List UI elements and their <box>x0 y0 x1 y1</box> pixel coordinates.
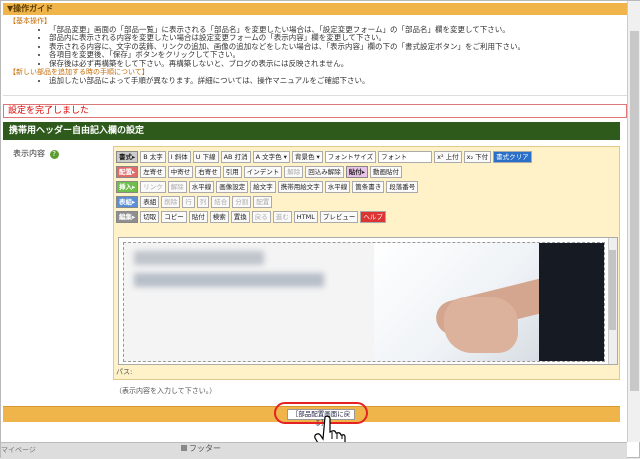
cut-button[interactable]: 切取 <box>140 211 160 223</box>
bullet-list-button[interactable]: 箇条書き <box>352 181 385 193</box>
scroll-thumb[interactable] <box>609 250 616 330</box>
replace-button[interactable]: 置換 <box>230 211 250 223</box>
find-button[interactable]: 検索 <box>209 211 229 223</box>
align-left-button[interactable]: 左寄せ <box>140 166 166 178</box>
clear-float-button[interactable]: 回込み解除 <box>305 166 344 178</box>
strike-button[interactable]: AB 打消 <box>220 151 251 163</box>
preview-button[interactable]: プレビュー <box>319 211 359 223</box>
footer-label: フッター <box>189 444 221 453</box>
browser-window: ▼操作ガイド 【基本操作】 「部品変更」画面の「部品一覧」に表示される「部品名」… <box>0 0 640 459</box>
font-select[interactable]: フォント <box>378 151 433 163</box>
editor-content-area[interactable] <box>118 237 618 365</box>
toolbar-row-insert: 挿入▸ リンク 解除 水平線 画像設定 絵文字 携帯用絵文字 水平線 箇条書き … <box>116 181 419 194</box>
toolbar-row-format: 書式▸ B 太字 I 斜体 U 下線 AB 打消 A 文字色 ▾ 背景色 ▾ フ… <box>116 151 532 164</box>
video-paste-button[interactable]: 動画貼付 <box>370 166 403 178</box>
guide-item: 保存後は必ず再構築をして下さい。再構築しないと、ブログの表示には反映されません。 <box>49 59 621 69</box>
path-label: パス: <box>116 368 133 376</box>
editor-scrollbar[interactable] <box>608 238 617 364</box>
settings-form: 表示内容 ? 書式▸ B 太字 I 斜体 U 下線 AB 打消 A 文字色 ▾ … <box>3 140 620 406</box>
new-part-list: 追加したい部品によって手順が異なります。詳細については、操作マニュアルをご確認下… <box>9 76 621 86</box>
help-button[interactable]: ヘルプ <box>360 211 386 223</box>
align-center-button[interactable]: 中寄せ <box>167 166 194 178</box>
bold-button[interactable]: B 太字 <box>140 151 166 163</box>
align-menu-button[interactable]: 配置▸ <box>116 166 139 178</box>
unlink-button[interactable]: 解除 <box>167 181 187 193</box>
field-label-row: 表示内容 ? <box>13 148 59 159</box>
window-scrollbar[interactable] <box>627 1 640 442</box>
toolbar-row-align: 配置▸ 左寄せ 中寄せ 右寄せ 引用 インデント 解除 回込み解除 貼付▸ 動画… <box>116 166 403 179</box>
input-hint: （表示内容を入力して下さい。） <box>115 387 217 395</box>
guide-item: 追加したい部品によって手順が異なります。詳細については、操作マニュアルをご確認下… <box>49 76 621 86</box>
divider <box>3 95 627 103</box>
outdent-button[interactable]: 解除 <box>284 166 304 178</box>
paste-menu-button[interactable]: 貼付▸ <box>345 166 369 178</box>
emoji-button[interactable]: 絵文字 <box>250 181 276 193</box>
blurred-text <box>134 273 324 287</box>
hr-button[interactable]: 水平線 <box>324 181 351 193</box>
status-message: 設定を完了しました <box>3 104 627 118</box>
html-button[interactable]: HTML <box>293 211 318 223</box>
background-page: マイページ フッター <box>1 442 627 459</box>
undo-button[interactable]: 戻る <box>251 211 271 223</box>
cell-align-button[interactable]: 配置 <box>253 196 273 208</box>
toolbar-row-table: 表組▸ 表組 削除 行 列 結合 分割 配置 <box>116 196 273 209</box>
basic-list: 「部品変更」画面の「部品一覧」に表示される「部品名」を変更したい場合は、「設定変… <box>9 25 621 69</box>
blurred-text <box>134 251 264 265</box>
square-icon <box>181 445 187 451</box>
superscript-button[interactable]: x² 上付 <box>434 151 462 163</box>
underline-button[interactable]: U 下線 <box>192 151 219 163</box>
bg-color-button[interactable]: 背景色 ▾ <box>291 151 323 163</box>
quote-button[interactable]: 引用 <box>222 166 242 178</box>
align-right-button[interactable]: 右寄せ <box>195 166 221 178</box>
insert-menu-button[interactable]: 挿入▸ <box>116 181 139 193</box>
header-image <box>123 242 605 362</box>
window-scroll-thumb[interactable] <box>630 31 639 391</box>
format-menu-button[interactable]: 書式▸ <box>116 151 139 163</box>
guide-title[interactable]: ▼操作ガイド <box>3 3 627 15</box>
clear-format-button[interactable]: 書式クリア <box>493 151 532 163</box>
font-size-select[interactable]: フォントサイズ <box>324 151 377 163</box>
indent-button[interactable]: インデント <box>243 166 283 178</box>
edit-menu-button[interactable]: 編集▸ <box>116 211 139 223</box>
fist-photo <box>374 243 604 361</box>
copy-button[interactable]: コピー <box>161 211 187 223</box>
fist <box>444 297 518 353</box>
table-delete-button[interactable]: 削除 <box>161 196 181 208</box>
text-color-button[interactable]: A 文字色 ▾ <box>252 151 290 163</box>
table-menu-button[interactable]: 表組▸ <box>116 196 139 208</box>
split-button[interactable]: 分割 <box>232 196 252 208</box>
mobile-emoji-button[interactable]: 携帯用絵文字 <box>277 181 323 193</box>
subscript-button[interactable]: x₂ 下付 <box>463 151 492 163</box>
row-button[interactable]: 行 <box>182 196 195 208</box>
suit <box>539 243 604 361</box>
image-settings-button[interactable]: 画像設定 <box>216 181 249 193</box>
footer-section: フッター <box>181 443 221 453</box>
numbered-list-button[interactable]: 段落番号 <box>386 181 419 193</box>
section-title: 携帯用ヘッダー自由記入欄の設定 <box>3 122 620 140</box>
field-label: 表示内容 <box>13 149 45 158</box>
redo-button[interactable]: 進む <box>272 211 292 223</box>
link-button[interactable]: リンク <box>140 181 166 193</box>
column-button[interactable]: 列 <box>196 196 210 208</box>
table-button[interactable]: 表組 <box>140 196 160 208</box>
anchor-button[interactable]: 水平線 <box>188 181 215 193</box>
help-icon[interactable]: ? <box>49 150 59 159</box>
rich-text-editor: 書式▸ B 太字 I 斜体 U 下線 AB 打消 A 文字色 ▾ 背景色 ▾ フ… <box>113 146 620 380</box>
background-link: マイページ <box>1 446 36 454</box>
merge-button[interactable]: 結合 <box>211 196 231 208</box>
guide-panel: 【基本操作】 「部品変更」画面の「部品一覧」に表示される「部品名」を変更したい場… <box>3 15 627 95</box>
paste-button[interactable]: 貼付 <box>188 211 208 223</box>
toolbar-row-edit: 編集▸ 切取 コピー 貼付 検索 置換 戻る 進む HTML プレビュー ヘルプ <box>116 211 386 224</box>
italic-button[interactable]: I 斜体 <box>167 151 191 163</box>
